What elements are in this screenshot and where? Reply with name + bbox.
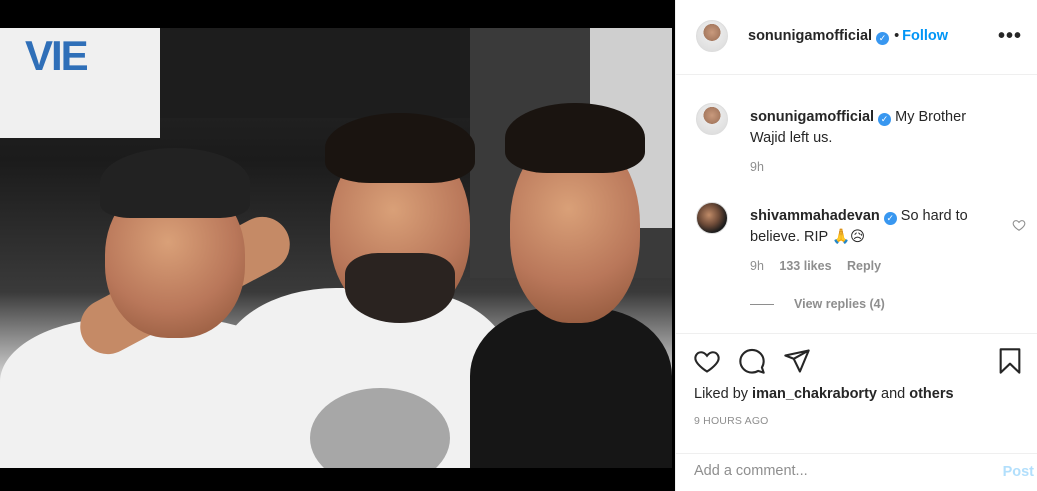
- post-header: sonunigamofficial ✓ • Follow •••: [676, 0, 1037, 75]
- liked-by-line: Liked by iman_chakraborty and others: [694, 386, 954, 402]
- share-icon[interactable]: [783, 347, 811, 375]
- follow-button[interactable]: Follow: [902, 28, 948, 44]
- liked-by-and: and: [881, 386, 906, 402]
- right-man-hair: [505, 103, 645, 173]
- post-image: VIE: [0, 28, 672, 468]
- heart-icon[interactable]: [693, 347, 721, 375]
- comment-time[interactable]: 9h: [750, 259, 764, 273]
- middle-man-beard: [345, 253, 455, 323]
- more-options-icon[interactable]: •••: [998, 25, 1022, 48]
- post-photo[interactable]: VIE: [0, 0, 675, 491]
- left-man-cap: [100, 148, 250, 218]
- separator-dot: •: [894, 28, 900, 44]
- caption-avatar[interactable]: [696, 103, 728, 135]
- comment-text-block: shivammahadevan ✓ So hard to believe. RIP…: [750, 206, 1000, 248]
- middle-man-hair: [325, 113, 475, 183]
- caption-text-block: sonunigamofficial ✓ My Brother Wajid left…: [750, 107, 1000, 149]
- post-timestamp[interactable]: 9 HOURS AGO: [694, 415, 769, 427]
- liked-by-prefix: Liked by: [694, 386, 749, 402]
- comment-username[interactable]: shivammahadevan: [750, 208, 880, 224]
- author-line: sonunigamofficial ✓ • Follow: [748, 28, 948, 45]
- post-side-panel: sonunigamofficial ✓ • Follow ••• sonunigamo…: [675, 0, 1037, 491]
- right-man-shirt: [470, 308, 672, 468]
- caption-meta: 9h: [750, 160, 776, 174]
- caption: sonunigamofficial ✓ My Brother Wajid left…: [696, 103, 1026, 183]
- author-avatar[interactable]: [696, 20, 728, 52]
- view-replies-button[interactable]: View replies (4): [750, 297, 885, 311]
- sign-text: VIE: [25, 32, 89, 79]
- comment-item: shivammahadevan ✓ So hard to believe. RIP…: [696, 202, 1026, 292]
- small-heart-icon[interactable]: [1012, 218, 1026, 232]
- comment-likes[interactable]: 133 likes: [779, 259, 831, 273]
- comment-icon[interactable]: [738, 347, 766, 375]
- verified-badge-icon: ✓: [883, 212, 897, 225]
- caption-username[interactable]: sonunigamofficial: [750, 109, 874, 125]
- caption-time[interactable]: 9h: [750, 160, 764, 174]
- verified-badge-icon: ✓: [878, 113, 892, 126]
- comment-composer: Post: [676, 453, 1037, 491]
- author-username[interactable]: sonunigamofficial: [748, 28, 872, 44]
- view-replies-label: View replies (4): [794, 297, 885, 311]
- liked-by-others[interactable]: others: [909, 386, 953, 402]
- verified-badge-icon: ✓: [876, 32, 890, 45]
- bookmark-icon[interactable]: [996, 347, 1024, 375]
- post-actions: Liked by iman_chakraborty and others 9 H…: [676, 333, 1037, 443]
- background-sign: VIE: [0, 28, 160, 138]
- commenter-avatar[interactable]: [696, 202, 728, 234]
- replies-divider: [750, 304, 774, 306]
- add-comment-input[interactable]: [694, 463, 974, 479]
- background-wall: [160, 28, 520, 118]
- liked-by-user[interactable]: iman_chakraborty: [752, 386, 877, 402]
- post-button[interactable]: Post: [1003, 464, 1034, 480]
- comment-meta: 9h 133 likes Reply: [750, 259, 893, 273]
- reply-button[interactable]: Reply: [847, 259, 881, 273]
